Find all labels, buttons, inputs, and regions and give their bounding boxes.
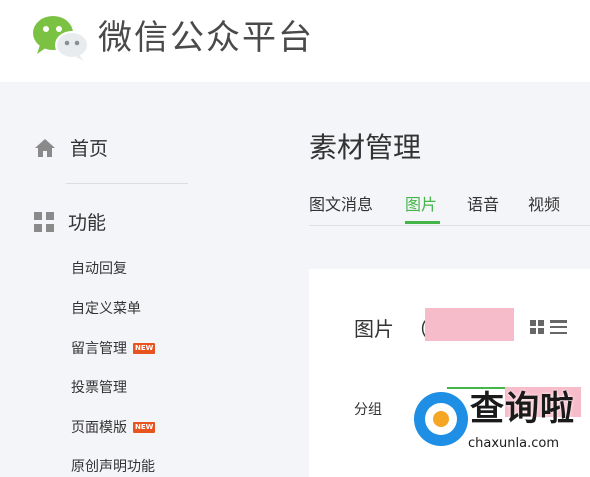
redacted-count [425, 308, 514, 341]
group-label: 分组 [354, 402, 382, 418]
tab-article[interactable]: 图文消息 [309, 191, 373, 215]
tab-voice[interactable]: 语音 [467, 191, 499, 215]
sidebar-item-label: 自定义菜单 [71, 301, 141, 317]
sidebar-item-home[interactable]: 首页 [34, 134, 108, 161]
sidebar-divider [66, 183, 188, 184]
home-icon [35, 138, 55, 157]
watermark-url: chaxunla.com [468, 436, 559, 451]
brand-title[interactable]: 微信公众平台 [98, 18, 314, 58]
sidebar-item-label: 自动回复 [71, 261, 127, 277]
list-view-icon[interactable] [550, 320, 567, 334]
sidebar-item-label: 原创声明功能 [71, 459, 155, 475]
wechat-logo-icon[interactable] [32, 14, 90, 62]
page-title: 素材管理 [309, 131, 422, 164]
grid-view-icon[interactable] [530, 320, 544, 334]
sidebar-item-voting[interactable]: 投票管理 [71, 377, 127, 397]
watermark-logo-icon [414, 392, 468, 446]
sidebar-item-original-declaration[interactable]: 原创声明功能 [71, 456, 155, 476]
new-badge: NEW [133, 421, 156, 433]
sidebar-function-label: 功能 [68, 212, 107, 234]
top-header: 微信公众平台 [0, 0, 590, 82]
tab-image[interactable]: 图片 [405, 191, 437, 215]
sidebar-home-label: 首页 [70, 138, 109, 160]
sidebar-item-auto-reply[interactable]: 自动回复 [71, 258, 127, 278]
sidebar-item-comments[interactable]: 留言管理 NEW [71, 338, 156, 358]
card-title: 图片 [354, 317, 394, 341]
sidebar: 首页 功能 自动回复 自定义菜单 留言管理 NEW 投票管理 页面模版 NEW … [0, 82, 210, 477]
sidebar-item-label: 留言管理 [71, 341, 127, 357]
new-badge: NEW [133, 342, 156, 354]
active-tab-indicator [405, 221, 440, 224]
sidebar-item-label: 投票管理 [71, 380, 127, 396]
watermark-name: 查询啦 [470, 389, 575, 429]
sidebar-item-page-template[interactable]: 页面模版 NEW [71, 417, 156, 437]
watermark: 查询啦 chaxunla.com [414, 384, 590, 462]
grid-icon [34, 211, 54, 232]
sidebar-item-label: 页面模版 [71, 420, 127, 436]
tab-video[interactable]: 视频 [528, 191, 560, 215]
tab-bar: 图文消息 图片 语音 视频 [309, 187, 590, 226]
sidebar-item-custom-menu[interactable]: 自定义菜单 [71, 298, 141, 318]
sidebar-item-function[interactable]: 功能 [34, 208, 106, 235]
